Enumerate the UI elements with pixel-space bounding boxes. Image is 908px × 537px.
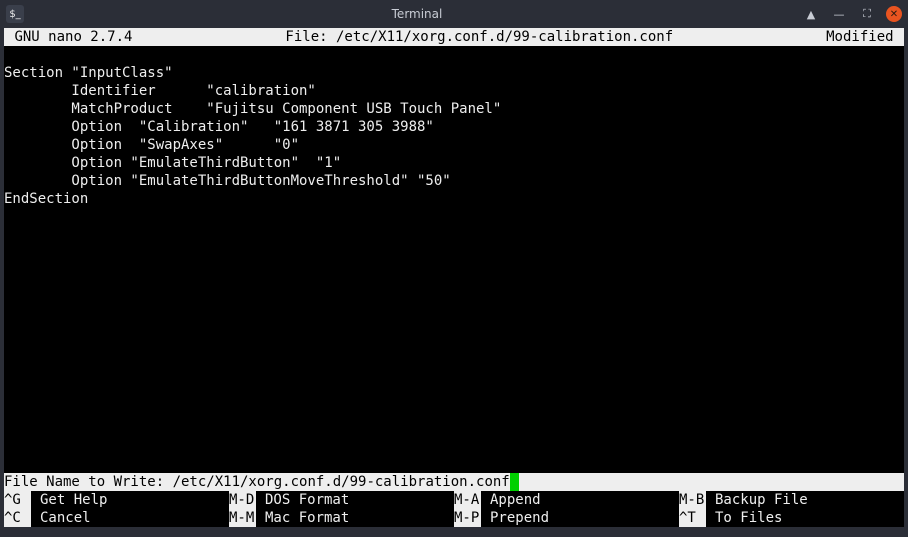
nano-file-label: File: /etc/X11/xorg.conf.d/99-calibratio… [132,28,826,46]
content-line: Identifier "calibration" [4,82,904,100]
shortcut-label: Backup File [706,491,808,509]
window-titlebar: $_ Terminal ▲ — ⛶ ✕ [0,0,908,28]
content-line: MatchProduct "Fujitsu Component USB Touc… [4,100,904,118]
shortcut-item: M-AAppend [454,491,679,509]
shortcut-label: Mac Format [256,509,349,527]
shortcut-label: Get Help [31,491,107,509]
shortcut-item: ^TTo Files [679,509,904,527]
nano-header: GNU nano 2.7.4 File: /etc/X11/xorg.conf.… [4,28,904,46]
file-content: Section "InputClass" Identifier "calibra… [4,64,904,473]
nano-app-name: GNU nano 2.7.4 [6,28,132,46]
eject-icon[interactable]: ▲ [802,5,820,23]
content-line: Section "InputClass" [4,64,904,82]
text-cursor [510,473,519,491]
terminal-icon: $_ [6,5,24,23]
shortcut-item: ^GGet Help [4,491,229,509]
shortcut-key: ^C [4,509,31,527]
content-line: Option "EmulateThirdButtonMoveThreshold"… [4,172,904,190]
content-line: Option "SwapAxes" "0" [4,136,904,154]
shortcut-key: M-A [454,491,481,509]
shortcut-item: M-MMac Format [229,509,454,527]
shortcut-label: Cancel [31,509,91,527]
content-line: Option "Calibration" "161 3871 305 3988" [4,118,904,136]
close-button[interactable]: ✕ [886,6,902,22]
nano-shortcuts: ^GGet HelpM-DDOS FormatM-AAppendM-BBacku… [4,491,904,527]
nano-status: Modified [826,28,902,46]
shortcut-key: ^G [4,491,31,509]
terminal-viewport[interactable]: GNU nano 2.7.4 File: /etc/X11/xorg.conf.… [4,28,904,527]
shortcut-item: M-PPrepend [454,509,679,527]
content-line: EndSection [4,190,904,208]
shortcut-label: To Files [706,509,782,527]
write-prompt-value[interactable]: /etc/X11/xorg.conf.d/99-calibration.conf [173,473,510,491]
window-title: Terminal [32,7,802,21]
shortcut-key: ^T [679,509,706,527]
shortcut-key: M-M [229,509,256,527]
shortcut-key: M-D [229,491,256,509]
shortcut-item: M-BBackup File [679,491,904,509]
shortcut-label: Append [481,491,541,509]
shortcut-item: ^CCancel [4,509,229,527]
shortcut-key: M-P [454,509,481,527]
write-prompt[interactable]: File Name to Write: /etc/X11/xorg.conf.d… [4,473,904,491]
write-prompt-label: File Name to Write: [4,473,173,491]
minimize-button[interactable]: — [830,5,848,23]
shortcut-label: DOS Format [256,491,349,509]
shortcut-label: Prepend [481,509,549,527]
content-line: Option "EmulateThirdButton" "1" [4,154,904,172]
maximize-button[interactable]: ⛶ [858,5,876,23]
shortcut-key: M-B [679,491,706,509]
shortcut-item: M-DDOS Format [229,491,454,509]
